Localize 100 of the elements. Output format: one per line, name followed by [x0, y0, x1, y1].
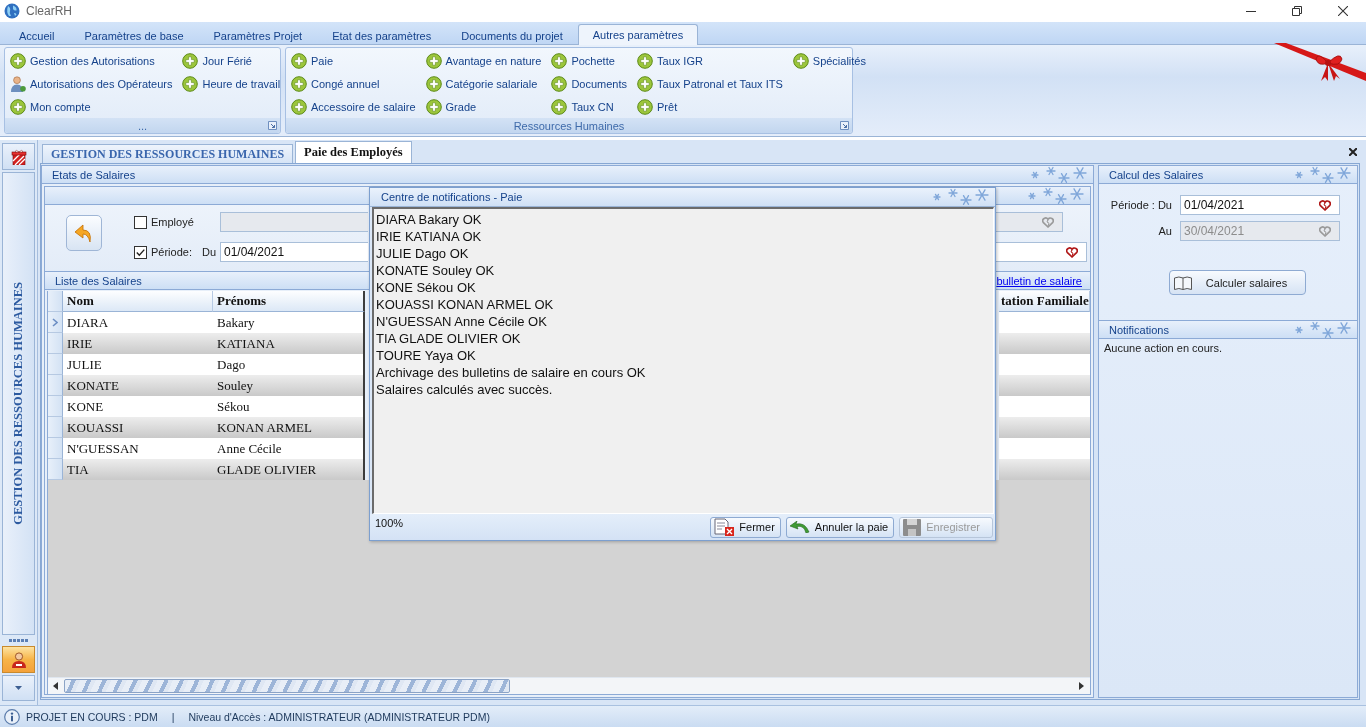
plus-circle-icon [291, 52, 307, 69]
log-line: Salaires calculés avec succès. [376, 381, 553, 398]
ribbon-button[interactable]: Prêt [636, 95, 784, 118]
calculate-button[interactable]: Calculer salaires [1169, 270, 1306, 295]
panel-title: Notifications [1109, 323, 1169, 336]
snowflake-cluster-drawing [1028, 186, 1084, 205]
checkbox[interactable] [134, 245, 147, 259]
ribbon-button[interactable]: Pochette [550, 49, 629, 72]
ribbon-button[interactable]: Mon compte [9, 95, 174, 118]
ribbon-button[interactable]: Congé annuel [290, 72, 417, 95]
plus-circle-icon [637, 75, 654, 92]
plus-circle-icon [291, 75, 307, 92]
minimize-icon [1246, 10, 1256, 12]
log-line: JULIE Dago OK [376, 245, 469, 262]
plus-circle-icon [182, 52, 199, 69]
group-caption: ... [136, 119, 149, 132]
table-cell: TIA [63, 459, 213, 480]
snowflake-cluster-drawing [1295, 165, 1351, 184]
log-line: N'GUESSAN Anne Cécile OK [376, 313, 547, 330]
row-pointer-icon [52, 317, 58, 327]
date-field[interactable]: 01/04/2021 [1180, 195, 1340, 215]
plus-circle-icon [637, 52, 654, 69]
column-header[interactable]: tation Familiale [999, 291, 1090, 312]
checkbox[interactable] [134, 215, 147, 229]
close-icon [1338, 6, 1348, 16]
dialog-launcher-icon[interactable] [840, 121, 849, 130]
row-selector[interactable] [48, 438, 63, 459]
table-cell: KONATE [63, 375, 213, 396]
ribbon-button[interactable]: Grade [424, 95, 543, 118]
ribbon-button[interactable]: Documents [550, 72, 629, 95]
book-icon [1174, 275, 1192, 290]
log-line: TIA GLADE OLIVIER OK [376, 330, 521, 347]
ribbon-button[interactable]: Taux IGR [636, 49, 784, 72]
row-selector[interactable] [48, 459, 63, 480]
table-cell: KATIANA [213, 333, 365, 354]
date-field[interactable]: 01/04/2021 [220, 242, 368, 262]
ribbon-tab[interactable]: Accueil [4, 25, 70, 45]
table-cell: Souley [213, 375, 365, 396]
table-cell: DIARA [63, 312, 213, 333]
document-close-icon [714, 518, 735, 536]
heart-icon[interactable] [1319, 199, 1331, 211]
document-tab[interactable]: Paie des Employés [295, 141, 412, 163]
back-button[interactable] [66, 215, 102, 251]
row-selector[interactable] [48, 333, 63, 354]
ribbon-tab[interactable]: Autres paramètres [577, 24, 699, 45]
sidebar-title: GESTION DES RESSOURCES HUMAINES [11, 282, 26, 525]
save-icon [903, 518, 922, 536]
grip-icon[interactable] [9, 639, 28, 642]
table-cell: IRIE [63, 333, 213, 354]
table-cell: Bakary [213, 312, 365, 333]
scrollbar-thumb[interactable] [64, 679, 510, 693]
field-label: Période : Du [1110, 199, 1172, 211]
window-title: ClearRH [26, 4, 72, 18]
row-selector[interactable] [48, 375, 63, 396]
bulletin-link[interactable]: bulletin de salaire [996, 274, 1082, 287]
ribbon-tab[interactable]: Documents du projet [446, 25, 578, 45]
checkbox-label: Période: [151, 246, 192, 258]
caret-icon [15, 686, 22, 690]
table-cell: JULIE [63, 354, 213, 375]
table-cell: KONE [63, 396, 213, 417]
column-header[interactable]: Nom [63, 291, 213, 312]
heart-icon[interactable] [1066, 246, 1078, 258]
ribbon-tab[interactable]: Paramètres Projet [198, 25, 318, 45]
panel-title: Etats de Salaires [52, 168, 136, 181]
ribbon-button[interactable]: Accessoire de salaire [290, 95, 417, 118]
scroll-left-icon[interactable] [53, 682, 58, 690]
sidebar-title-bar[interactable]: GESTION DES RESSOURCES HUMAINES [2, 172, 35, 635]
gift-button[interactable] [2, 143, 35, 170]
scroll-right-icon[interactable] [1079, 682, 1084, 690]
column-header[interactable]: Prénoms [213, 291, 365, 312]
undo-arrow-icon [74, 224, 94, 242]
ribbon-tab[interactable]: Etat des paramètres [317, 25, 447, 45]
log-line: DIARA Bakary OK [376, 211, 482, 228]
checkbox-label: Employé [151, 216, 194, 228]
ribbon-button[interactable]: Spécialités [791, 49, 867, 72]
close-tab-button[interactable] [1349, 147, 1357, 156]
ribbon-button[interactable]: Taux CN [550, 95, 629, 118]
row-selector[interactable] [48, 312, 63, 333]
cancel-payroll-button[interactable]: Annuler la paie [785, 516, 895, 538]
ribbon-button[interactable]: Heure de travail [181, 72, 282, 95]
group-caption: Ressources Humaines [512, 119, 626, 132]
ribbon-button[interactable]: Taux Patronal et Taux ITS [636, 72, 784, 95]
plus-circle-icon [291, 98, 307, 115]
user-button[interactable] [2, 646, 35, 673]
row-selector[interactable] [48, 417, 63, 438]
ribbon-button[interactable]: Autorisations des Opérateurs [9, 72, 174, 95]
dialog-title: Centre de notifications - Paie [381, 191, 523, 203]
ribbon-button[interactable]: Catégorie salariale [424, 72, 543, 95]
ribbon-tab[interactable]: Paramètres de base [69, 25, 199, 45]
info-icon [4, 708, 20, 725]
dialog-launcher-icon[interactable] [268, 121, 277, 130]
ribbon-button[interactable]: Gestion des Autorisations [9, 49, 174, 72]
row-selector[interactable] [48, 354, 63, 375]
close-button[interactable]: Fermer [710, 516, 781, 538]
ribbon-button[interactable]: Paie [290, 49, 417, 72]
ribbon-button[interactable]: Jour Férié [181, 49, 282, 72]
ribbon-button[interactable]: Avantage en nature [424, 49, 543, 72]
document-tab[interactable]: GESTION DES RESSOURCES HUMAINES [42, 144, 294, 163]
row-selector[interactable] [48, 396, 63, 417]
horizontal-scrollbar[interactable] [48, 677, 1090, 694]
